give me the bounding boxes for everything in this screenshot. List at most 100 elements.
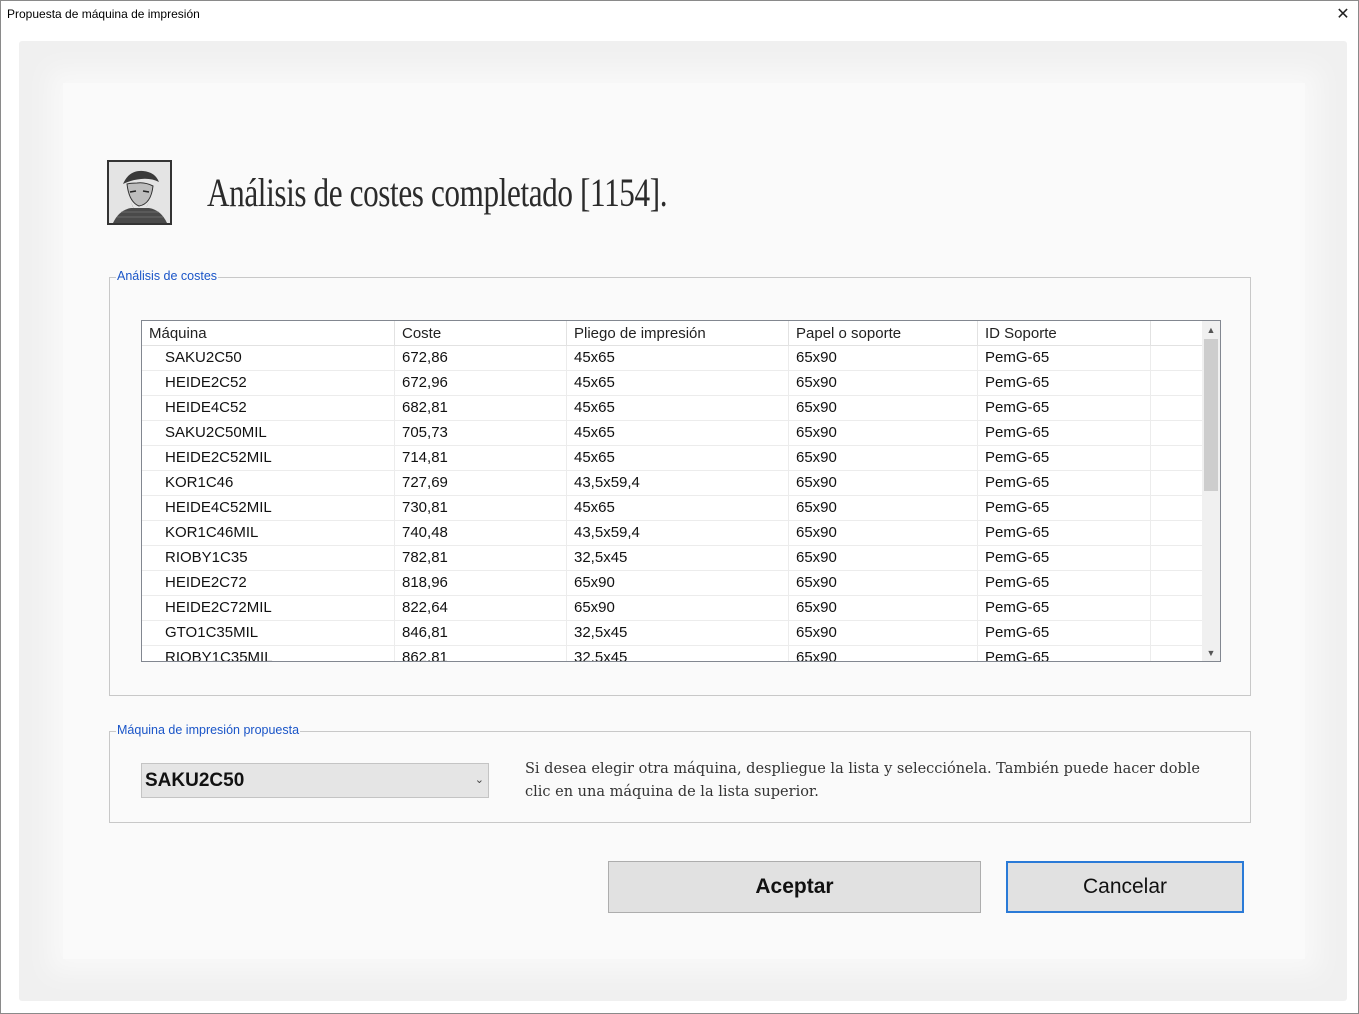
cell-support-id: PemG-65 — [978, 546, 1151, 570]
window-title: Propuesta de máquina de impresión — [7, 7, 200, 21]
cell-cost: 727,69 — [395, 471, 567, 495]
close-icon: ✕ — [1336, 6, 1350, 23]
cell-filler — [1151, 446, 1202, 470]
cell-filler — [1151, 521, 1202, 545]
column-header-support-id[interactable]: ID Soporte — [978, 321, 1151, 346]
table-row[interactable]: RIOBY1C35 782,81 32,5x45 65x90 PemG-65 — [142, 546, 1202, 571]
cell-filler — [1151, 371, 1202, 395]
cell-machine: HEIDE2C72MIL — [142, 596, 395, 620]
cell-machine: RIOBY1C35 — [142, 546, 395, 570]
table-body: SAKU2C50 672,86 45x65 65x90 PemG-65 HEIDE2C52… — [142, 346, 1202, 661]
cost-table[interactable]: Máquina Coste Pliego de impresión Papel … — [141, 320, 1221, 662]
cell-paper: 65x90 — [789, 646, 978, 661]
table-row[interactable]: HEIDE4C52MIL 730,81 45x65 65x90 PemG-65 — [142, 496, 1202, 521]
cell-filler — [1151, 421, 1202, 445]
cell-machine: SAKU2C50MIL — [142, 421, 395, 445]
cell-print-sheet: 32,5x45 — [567, 621, 789, 645]
cell-paper: 65x90 — [789, 346, 978, 370]
table-row[interactable]: HEIDE4C52 682,81 45x65 65x90 PemG-65 — [142, 396, 1202, 421]
scroll-up-button[interactable]: ▲ — [1202, 321, 1220, 338]
cell-support-id: PemG-65 — [978, 346, 1151, 370]
cell-paper: 65x90 — [789, 446, 978, 470]
table-row[interactable]: KOR1C46MIL 740,48 43,5x59,4 65x90 PemG-65 — [142, 521, 1202, 546]
cell-cost: 822,64 — [395, 596, 567, 620]
dialog-window: Propuesta de máquina de impresión ✕ Anál… — [0, 0, 1359, 1014]
cell-cost: 730,81 — [395, 496, 567, 520]
cell-cost: 846,81 — [395, 621, 567, 645]
column-header-print-sheet[interactable]: Pliego de impresión — [567, 321, 789, 346]
table-row[interactable]: HEIDE2C72MIL 822,64 65x90 65x90 PemG-65 — [142, 596, 1202, 621]
cell-machine: GTO1C35MIL — [142, 621, 395, 645]
cell-filler — [1151, 571, 1202, 595]
cell-support-id: PemG-65 — [978, 571, 1151, 595]
cell-cost: 705,73 — [395, 421, 567, 445]
table-row[interactable]: HEIDE2C52 672,96 45x65 65x90 PemG-65 — [142, 371, 1202, 396]
cell-support-id: PemG-65 — [978, 396, 1151, 420]
cell-cost: 862,81 — [395, 646, 567, 661]
cell-support-id: PemG-65 — [978, 621, 1151, 645]
cell-paper: 65x90 — [789, 471, 978, 495]
cell-machine: HEIDE4C52MIL — [142, 496, 395, 520]
column-header-machine[interactable]: Máquina — [142, 321, 395, 346]
selection-hint: Si desea elegir otra máquina, despliegue… — [525, 761, 1200, 800]
vertical-scrollbar[interactable]: ▲ ▼ — [1202, 321, 1220, 661]
table-row[interactable]: GTO1C35MIL 846,81 32,5x45 65x90 PemG-65 — [142, 621, 1202, 646]
table-row[interactable]: KOR1C46 727,69 43,5x59,4 65x90 PemG-65 — [142, 471, 1202, 496]
chevron-down-icon: ⌄ — [474, 774, 484, 786]
title-bar[interactable]: Propuesta de máquina de impresión ✕ — [1, 1, 1358, 27]
table-row[interactable]: HEIDE2C52MIL 714,81 45x65 65x90 PemG-65 — [142, 446, 1202, 471]
table-row[interactable]: SAKU2C50 672,86 45x65 65x90 PemG-65 — [142, 346, 1202, 371]
scroll-thumb[interactable] — [1204, 339, 1218, 491]
page-title: Análisis de costes completado [1154]. — [207, 170, 668, 215]
column-header-cost[interactable]: Coste — [395, 321, 567, 346]
cell-paper: 65x90 — [789, 521, 978, 545]
machine-select[interactable]: SAKU2C50 ⌄ — [141, 763, 489, 798]
table-row[interactable]: HEIDE2C72 818,96 65x90 65x90 PemG-65 — [142, 571, 1202, 596]
cell-support-id: PemG-65 — [978, 371, 1151, 395]
cancel-button[interactable]: Cancelar — [1006, 861, 1244, 913]
cell-filler — [1151, 396, 1202, 420]
cost-analysis-group-label: Análisis de costes — [116, 269, 219, 283]
cell-support-id: PemG-65 — [978, 471, 1151, 495]
cell-print-sheet: 45x65 — [567, 346, 789, 370]
cell-cost: 682,81 — [395, 396, 567, 420]
cell-filler — [1151, 646, 1202, 661]
cell-machine: RIOBY1C35MIL — [142, 646, 395, 661]
engraved-portrait-icon — [107, 160, 172, 225]
close-button[interactable]: ✕ — [1328, 1, 1358, 27]
table-row[interactable]: SAKU2C50MIL 705,73 45x65 65x90 PemG-65 — [142, 421, 1202, 446]
cell-paper: 65x90 — [789, 421, 978, 445]
column-header-paper[interactable]: Papel o soporte — [789, 321, 978, 346]
cell-filler — [1151, 596, 1202, 620]
cell-machine: HEIDE2C72 — [142, 571, 395, 595]
scroll-down-button[interactable]: ▼ — [1202, 644, 1220, 661]
cell-filler — [1151, 621, 1202, 645]
cell-filler — [1151, 471, 1202, 495]
cell-cost: 672,96 — [395, 371, 567, 395]
accept-button[interactable]: Aceptar — [608, 861, 981, 913]
cell-print-sheet: 45x65 — [567, 396, 789, 420]
column-header-filler — [1151, 321, 1202, 346]
table-header: Máquina Coste Pliego de impresión Papel … — [142, 321, 1202, 346]
cell-support-id: PemG-65 — [978, 646, 1151, 661]
cell-paper: 65x90 — [789, 371, 978, 395]
cell-print-sheet: 65x90 — [567, 596, 789, 620]
machine-select-value: SAKU2C50 — [145, 770, 245, 791]
cell-machine: HEIDE4C52 — [142, 396, 395, 420]
cell-print-sheet: 32,5x45 — [567, 646, 789, 661]
cell-cost: 672,86 — [395, 346, 567, 370]
cell-print-sheet: 32,5x45 — [567, 546, 789, 570]
table-row[interactable]: RIOBY1C35MIL 862,81 32,5x45 65x90 PemG-65 — [142, 646, 1202, 661]
cell-print-sheet: 45x65 — [567, 421, 789, 445]
cell-support-id: PemG-65 — [978, 421, 1151, 445]
cell-paper: 65x90 — [789, 596, 978, 620]
cell-print-sheet: 43,5x59,4 — [567, 521, 789, 545]
cell-paper: 65x90 — [789, 396, 978, 420]
cell-paper: 65x90 — [789, 621, 978, 645]
cell-support-id: PemG-65 — [978, 521, 1151, 545]
cell-cost: 714,81 — [395, 446, 567, 470]
cell-machine: HEIDE2C52 — [142, 371, 395, 395]
cell-machine: KOR1C46 — [142, 471, 395, 495]
cell-paper: 65x90 — [789, 496, 978, 520]
cell-support-id: PemG-65 — [978, 446, 1151, 470]
